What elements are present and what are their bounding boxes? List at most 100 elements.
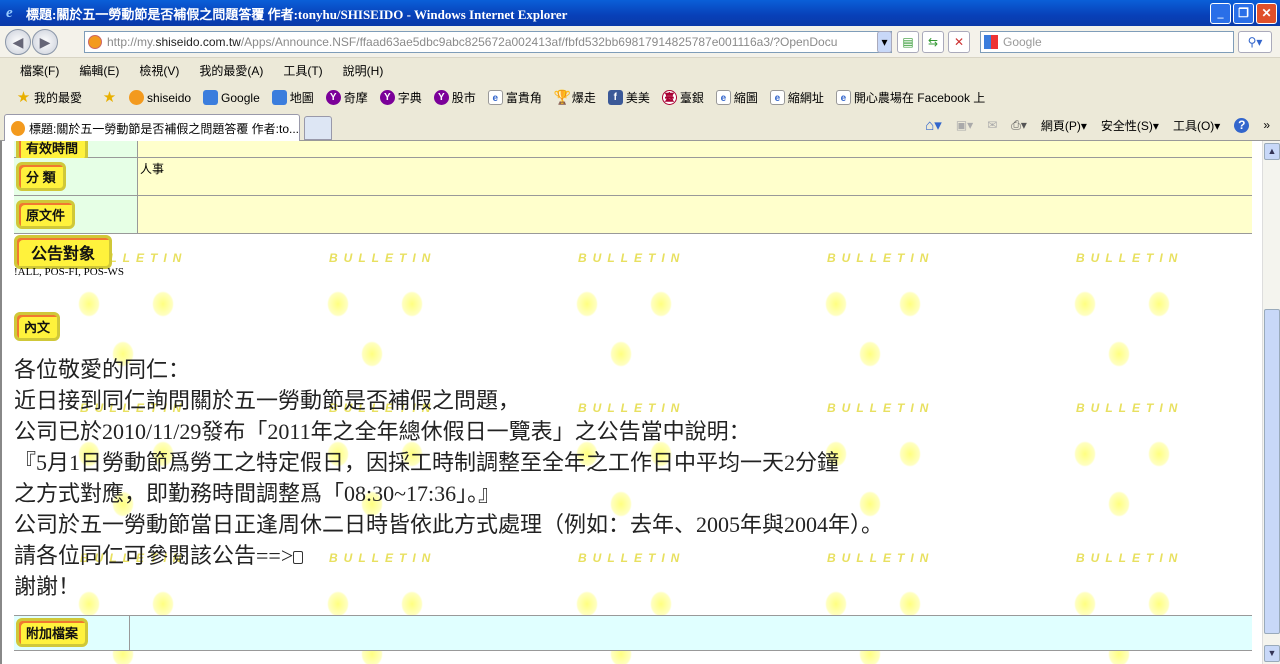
home-icon[interactable]: ⌂▾	[925, 116, 942, 134]
fav-short-url[interactable]: e 縮網址	[769, 89, 824, 106]
compatibility-icon[interactable]: ▤	[897, 31, 919, 53]
favorites-bar: ★ 我的最愛 ★ shiseido Google 地圖 Y 奇摩 Y 字典 Y 股市 e…	[0, 84, 1280, 111]
watermark-blob	[899, 441, 921, 467]
fav-label: shiseido	[147, 90, 192, 105]
watermark-blob	[327, 291, 349, 317]
audience-value: !ALL, POS-FI, POS-WS	[14, 266, 125, 278]
vertical-scrollbar[interactable]: ▲ ▼	[1262, 141, 1280, 664]
fav-thumbnail[interactable]: e 縮圖	[715, 89, 758, 106]
fav-label: 爆走	[571, 91, 596, 105]
menu-view[interactable]: 檢視(V)	[139, 62, 179, 79]
attachment-row: 附加檔案	[14, 615, 1252, 651]
fav-label: 縮圖	[733, 91, 758, 105]
address-bar: ◀ ▶ http://my.shiseido.com.tw/Apps/Annou…	[0, 26, 1280, 58]
fav-farmville[interactable]: e 開心農場在 Facebook 上	[835, 89, 985, 106]
minimize-button[interactable]: _	[1210, 3, 1231, 24]
field-label: 分 類	[16, 162, 66, 191]
attachment-label: 附加檔案	[16, 618, 89, 647]
body-line: 公司於五一勞動節當日正逢周休二日時皆依此方式處理（例如：去年、2005年與200…	[14, 512, 884, 537]
watermark-blob	[78, 291, 100, 317]
new-tab-button[interactable]	[304, 116, 332, 140]
favorites-button[interactable]: ★ 我的最愛	[16, 89, 82, 106]
attachment-value	[130, 616, 1252, 650]
body-line: 『5月1日勞動節爲勞工之特定假日，因採工時制調整至全年之工作日中平均一天2分鐘	[14, 450, 840, 475]
watermark-blob	[1074, 591, 1096, 617]
watermark-blob	[1148, 591, 1170, 617]
fav-google[interactable]: Google	[203, 90, 260, 105]
fav-meimei[interactable]: f 美美	[607, 89, 650, 106]
menu-tools[interactable]: 工具(T)	[283, 62, 322, 79]
fav-label: 臺銀	[679, 91, 704, 105]
safety-menu[interactable]: 安全性(S)▾	[1101, 117, 1159, 134]
scroll-thumb[interactable]	[1264, 309, 1280, 634]
forward-button[interactable]: ▶	[32, 29, 58, 55]
ie-page-icon: e	[835, 90, 851, 105]
watermark-blob	[1108, 341, 1130, 367]
body-line: 謝謝！	[14, 574, 81, 599]
page-menu[interactable]: 網頁(P)▾	[1041, 117, 1087, 134]
tab-title: 標題:關於五一勞動節是否補假之問題答覆 作者:to...	[28, 121, 299, 136]
field-row: 分 類 人事	[14, 158, 1252, 196]
tab-row: 標題:關於五一勞動節是否補假之問題答覆 作者:to... ⌂▾ ▣▾ ✉ ⎙▾ …	[0, 111, 1280, 141]
url-prefix: http://my.	[107, 35, 156, 49]
search-input[interactable]: Google	[980, 31, 1234, 53]
fav-fuguijiao[interactable]: e 富貴角	[487, 89, 542, 106]
menu-bar: 檔案(F) 編輯(E) 檢視(V) 我的最愛(A) 工具(T) 說明(H)	[0, 58, 1280, 82]
safety-menu-label: 安全性(S)	[1100, 118, 1153, 133]
fav-bank[interactable]: 臺臺銀	[661, 89, 704, 106]
fav-stocks[interactable]: Y 股市	[433, 89, 476, 106]
shiseido-icon	[11, 120, 25, 136]
url-dropdown-icon[interactable]: ▾	[877, 31, 892, 53]
watermark-text: BULLETIN	[329, 251, 437, 265]
close-button[interactable]: ✕	[1256, 3, 1277, 24]
watermark-blob	[899, 291, 921, 317]
menu-favorites[interactable]: 我的最愛(A)	[199, 62, 263, 79]
tools-menu[interactable]: 工具(O)▾	[1173, 117, 1220, 134]
menu-edit[interactable]: 編輯(E)	[79, 62, 119, 79]
watermark-blob	[1074, 291, 1096, 317]
fav-label: 縮網址	[787, 91, 824, 105]
watermark-blob	[899, 591, 921, 617]
watermark-text: BULLETIN	[827, 251, 935, 265]
more-chevron-icon[interactable]: »	[1263, 118, 1270, 132]
url-path: /Apps/Announce.NSF/ffaad63ae5dbc9abc8256…	[240, 35, 838, 49]
fav-shiseido[interactable]: shiseido	[129, 90, 191, 105]
scroll-down-button[interactable]: ▼	[1264, 645, 1280, 662]
watermark-blob	[1108, 491, 1130, 517]
restore-button[interactable]: ❐	[1233, 3, 1254, 24]
fav-label: 地圖	[289, 91, 314, 105]
body-line: 請各位同仁可參閱該公告==>	[14, 543, 294, 568]
favorites-label: 我的最愛	[34, 91, 83, 105]
menu-file[interactable]: 檔案(F)	[20, 62, 59, 79]
watermark-blob	[1148, 291, 1170, 317]
field-value	[138, 141, 1252, 157]
ie-page-icon: e	[715, 90, 731, 105]
fav-baozou[interactable]: 🏆 爆走	[554, 89, 596, 106]
watermark-blob	[1074, 441, 1096, 467]
stop-icon[interactable]: ✕	[948, 31, 970, 53]
watermark-text: BULLETIN	[578, 251, 686, 265]
print-icon[interactable]: ⎙▾	[1011, 118, 1027, 133]
tab-active[interactable]: 標題:關於五一勞動節是否補假之問題答覆 作者:to...	[4, 114, 300, 141]
body-line: 公司已於2010/11/29發布「2011年之全年總休假日一覽表」之公告當中說明…	[14, 419, 751, 444]
fav-kimo[interactable]: Y 奇摩	[325, 89, 368, 106]
search-icon[interactable]: ⚲▾	[1238, 31, 1272, 53]
menu-help[interactable]: 說明(H)	[343, 62, 384, 79]
watermark-blob	[152, 291, 174, 317]
mail-icon[interactable]: ✉	[987, 118, 997, 132]
add-favorite-icon[interactable]: ★	[102, 90, 117, 105]
back-button[interactable]: ◀	[5, 29, 31, 55]
field-label: 原文件	[16, 200, 76, 229]
scroll-up-button[interactable]: ▲	[1264, 143, 1280, 160]
shiseido-icon	[129, 90, 145, 105]
help-icon[interactable]: ?	[1234, 117, 1250, 133]
facebook-icon: f	[607, 90, 623, 105]
star-icon: ★	[16, 89, 31, 106]
refresh-icon[interactable]: ⇆	[922, 31, 944, 53]
document-link-icon[interactable]	[293, 551, 304, 565]
search-placeholder: Google	[1003, 35, 1042, 49]
url-input[interactable]: http://my.shiseido.com.tw/Apps/Announce.…	[84, 31, 892, 53]
fav-dictionary[interactable]: Y 字典	[379, 89, 422, 106]
fav-map[interactable]: 地圖	[271, 89, 314, 106]
feeds-icon[interactable]: ▣▾	[956, 118, 973, 132]
